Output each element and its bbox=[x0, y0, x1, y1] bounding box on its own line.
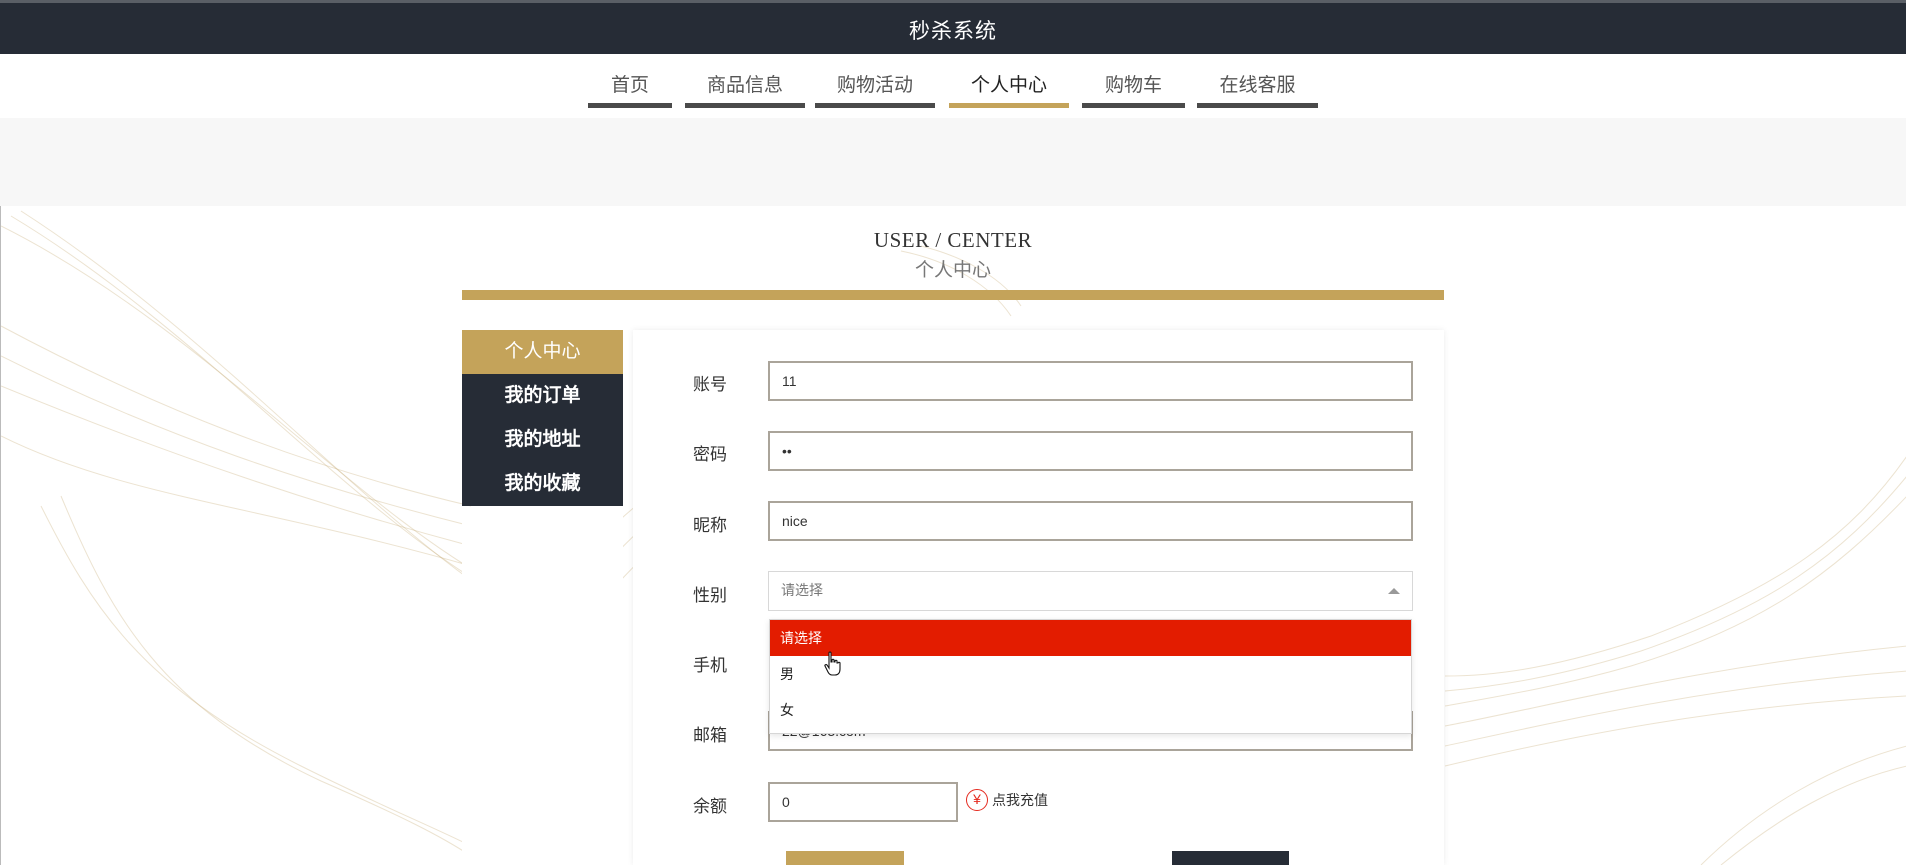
side-menu-panel bbox=[462, 507, 623, 865]
top-bar: 秒杀系统 bbox=[0, 0, 1906, 54]
account-label: 账号 bbox=[693, 375, 727, 394]
nav-item-home[interactable]: 首页 bbox=[588, 68, 672, 108]
side-menu-my-orders[interactable]: 我的订单 bbox=[462, 374, 623, 418]
recharge-label: 点我充值 bbox=[992, 792, 1048, 808]
gender-option-placeholder[interactable]: 请选择 bbox=[770, 620, 1411, 656]
banner-area bbox=[0, 118, 1906, 206]
gender-select[interactable]: 请选择 bbox=[768, 571, 1413, 611]
logout-button[interactable] bbox=[1172, 851, 1289, 865]
main-nav: 首页 商品信息 购物活动 个人中心 购物车 在线客服 bbox=[0, 54, 1906, 118]
recharge-link[interactable]: ¥ 点我充值 bbox=[966, 789, 1048, 811]
gender-dropdown: 请选择 男 女 bbox=[769, 619, 1412, 734]
gender-select-value: 请选择 bbox=[781, 582, 823, 598]
side-menu-my-address[interactable]: 我的地址 bbox=[462, 418, 623, 462]
password-label: 密码 bbox=[693, 445, 727, 464]
nickname-field[interactable]: nice bbox=[768, 501, 1413, 541]
nav-item-shopping-activity[interactable]: 购物活动 bbox=[815, 68, 935, 108]
phone-label: 手机 bbox=[693, 656, 727, 675]
update-button[interactable] bbox=[786, 851, 904, 865]
side-menu-my-favorites[interactable]: 我的收藏 bbox=[462, 462, 623, 506]
side-menu: 个人中心 我的订单 我的地址 我的收藏 bbox=[462, 330, 623, 506]
section-title-cn: 个人中心 bbox=[914, 260, 991, 281]
section-title-en: USER / CENTER bbox=[873, 228, 1033, 252]
nav-item-products[interactable]: 商品信息 bbox=[685, 68, 805, 108]
account-field[interactable]: 11 bbox=[768, 361, 1413, 401]
nickname-label: 昵称 bbox=[693, 516, 727, 535]
gender-label: 性别 bbox=[693, 586, 727, 605]
nav-item-cart[interactable]: 购物车 bbox=[1082, 68, 1185, 108]
password-field[interactable]: •• bbox=[768, 431, 1413, 471]
pointer-hand-icon bbox=[824, 651, 841, 676]
caret-up-icon bbox=[1388, 588, 1400, 594]
balance-label: 余额 bbox=[693, 797, 727, 816]
email-label: 邮箱 bbox=[693, 726, 727, 745]
gender-option-female[interactable]: 女 bbox=[770, 692, 1411, 728]
gender-option-male[interactable]: 男 bbox=[770, 656, 1411, 692]
side-menu-user-center[interactable]: 个人中心 bbox=[462, 330, 623, 374]
nav-item-user-center[interactable]: 个人中心 bbox=[949, 68, 1069, 108]
nav-item-customer-service[interactable]: 在线客服 bbox=[1197, 68, 1318, 108]
divider bbox=[462, 290, 1444, 300]
app-title: 秒杀系统 bbox=[909, 20, 997, 43]
balance-field[interactable]: 0 bbox=[768, 782, 958, 822]
yen-icon: ¥ bbox=[966, 789, 988, 811]
